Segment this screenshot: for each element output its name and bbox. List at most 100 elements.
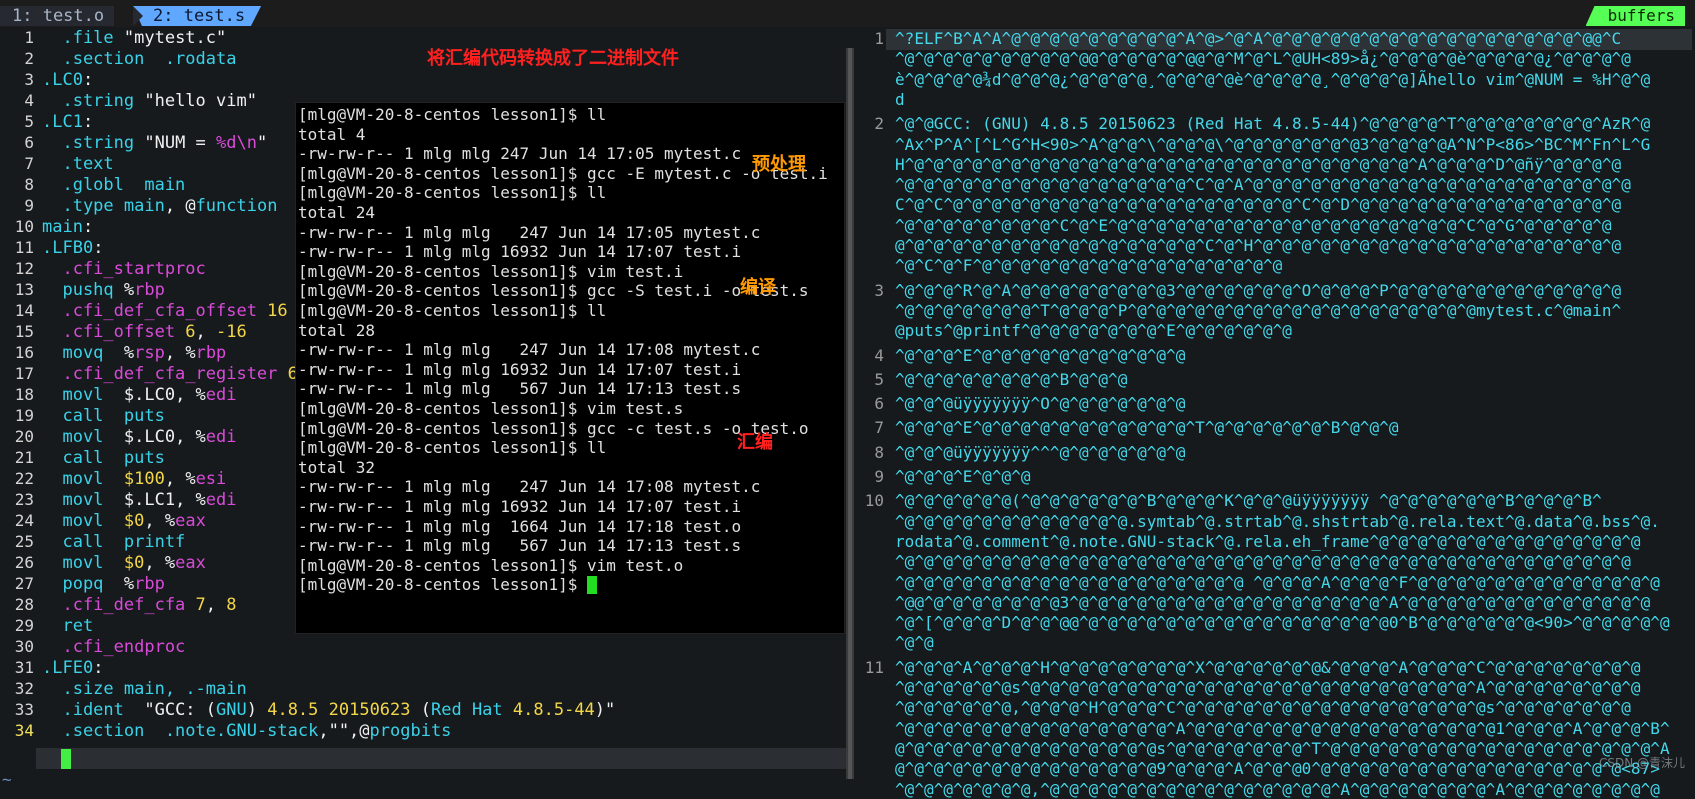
code-line[interactable]: .cfi_startproc (42, 259, 205, 279)
binary-line[interactable]: ^@^@^@^@^@^@,^@^@^@^H^@^@^@^C^@^@^@^@^@^… (895, 698, 1631, 717)
code-line[interactable]: call printf (42, 532, 185, 552)
binary-line[interactable]: ^@^@^@^@^@^@s^@^@^@^@^@^@^@^@^@^@^@^@^@^… (895, 678, 1641, 697)
terminal-line: -rw-rw-r-- 1 mlg mlg 16932 Jun 14 17:07 … (298, 497, 742, 516)
terminal-line: [mlg@VM-20-8-centos lesson1]$ ll (298, 438, 607, 458)
binary-line[interactable]: ^@^@^@^R^@^A^@^@^@^@^@^@^@^@3^@^@^@^@^@^… (895, 281, 1621, 300)
code-line[interactable]: .text (42, 154, 113, 174)
binary-line[interactable]: @^@^@^@^@^@^@^@^@^@^@^@^@^@s^@^@^@^@^@^@… (895, 739, 1670, 758)
binary-line[interactable]: ^@^@^@^E^@^@^@ (895, 467, 1031, 486)
code-line[interactable]: .section .note.GNU-stack,"",@progbits (42, 721, 451, 741)
code-token: .globl main (42, 175, 186, 195)
code-line[interactable]: .cfi_def_cfa 7, 8 (42, 595, 237, 615)
binary-line[interactable]: @puts^@printf^@^@^@^@^@^@^@^E^@^@^@^@^@^… (895, 321, 1292, 340)
code-line[interactable]: movl $.LC0, %edi (42, 427, 236, 447)
binary-line[interactable]: ^@^@^@^@^@^@^@^@^@^@^@^@^@^@^A^@^@^@^@^@… (895, 719, 1670, 738)
binary-line[interactable]: ^@^@^@^@^@^@^@^@^C^@^E^@^@^@^@^@^@^@^@^@… (895, 216, 1612, 235)
code-line[interactable]: main: (42, 217, 93, 237)
code-token: 8 (226, 595, 237, 615)
terminal-line: [mlg@VM-20-8-centos lesson1]$ (298, 575, 587, 595)
binary-line[interactable]: ^@^@^@^@^@^@^@^@^@^@@^@^@^@^@^@@^@^M^@^L… (895, 49, 1631, 68)
line-number: 8 (24, 175, 34, 194)
code-line[interactable]: .string "NUM = %d\n" (42, 133, 267, 153)
terminal-line: -rw-rw-r-- 1 mlg mlg 247 Jun 14 17:05 my… (298, 144, 742, 164)
code-line[interactable]: .type main, @function (42, 196, 277, 216)
binary-line[interactable]: ^?ELF^B^A^A^@^@^@^@^@^@^@^@^@^A^@>^@^A^@… (895, 29, 1621, 48)
binary-line[interactable]: ^@^@^@^@^@^@^@^@^@^@^@^@^@^@^@^@^@^@^@^@… (895, 552, 1631, 571)
code-token: .size (42, 679, 124, 699)
binary-line[interactable]: ^@^@ (895, 633, 934, 652)
binary-line[interactable]: d (895, 90, 905, 109)
binary-line[interactable]: ^@^@^@^@^@^@^@^@^@^@^@^@.symtab^@.strtab… (895, 512, 1660, 531)
code-line[interactable]: .ident "GCC: (GNU) 4.8.5 20150623 (Red H… (42, 700, 615, 720)
binary-line[interactable]: ^@^[^@^@^@^D^@^@^@@^@^@^@^@^@^@^@^@^@^@^… (895, 613, 1670, 632)
binary-line[interactable]: ^@^@^@üÿÿÿÿÿÿÿ^^^@^@^@^@^@^@^@ (895, 443, 1185, 462)
code-token: movl (42, 385, 124, 405)
code-token: function (195, 196, 278, 216)
binary-line[interactable]: ^@^@^@^E^@^@^@^@^@^@^@^@^@^@^@ (895, 346, 1185, 365)
binary-line[interactable]: ^@^@^@^@^@^@^@^@^@^@^@^@^@^@^@^C^@^A^@^@… (895, 175, 1631, 194)
code-line[interactable]: .size main, .-main (42, 679, 246, 699)
code-line[interactable]: movl $.LC0, %edi (42, 385, 237, 405)
code-token: popq (42, 574, 124, 594)
binary-line[interactable]: è^@^@^@^@¾d^@^@^@¿^@^@^@^@¸^@^@^@^@è^@^@… (895, 70, 1650, 89)
code-line[interactable]: .section .rodata (42, 49, 236, 69)
code-line[interactable]: pushq %rbp (42, 280, 164, 300)
binary-line[interactable]: ^@^@^@^@^@^@^@^T^@^@^@^P^@^@^@^@^@^@^@^@… (895, 301, 1621, 320)
code-line[interactable]: ret (42, 616, 93, 636)
code-token: .string (42, 91, 145, 111)
code-token: edi (205, 385, 237, 405)
binary-line[interactable]: rodata^@.comment^@.note.GNU-stack^@.rela… (895, 532, 1641, 551)
binary-line[interactable]: ^@^@^@üÿÿÿÿÿÿÿ^O^@^@^@^@^@^@^@ (895, 394, 1185, 413)
binary-line[interactable]: ^@^@^@^A^@^@^@^H^@^@^@^@^@^@^@^X^@^@^@^@… (895, 658, 1641, 677)
tab-test-o[interactable]: 1: test.o (0, 6, 115, 26)
binary-line[interactable]: ^@^@^@^@^@^@^@^@^@^@^@^@^@^@^@^@^@^@ ^@^… (895, 573, 1660, 592)
binary-line[interactable]: H^@^@^@^@^@^@^@^@^@^@^@^@^@^@^@^@^@^@^@^… (895, 155, 1621, 174)
code-line[interactable]: call puts (42, 406, 164, 426)
code-line[interactable]: movl $.LC1, %edi (42, 490, 236, 510)
code-line[interactable]: .cfi_def_cfa_register 6 (42, 364, 297, 384)
code-token: : (93, 658, 104, 678)
code-line[interactable]: .cfi_offset 6, -16 (42, 322, 246, 342)
buffers-label[interactable]: buffers (1585, 6, 1685, 26)
code-line[interactable]: .LC0: (42, 70, 93, 90)
binary-line-number: 5 (874, 369, 884, 389)
code-line[interactable]: popq %rbp (42, 574, 164, 594)
terminal-window[interactable]: [mlg@VM-20-8-centos lesson1]$ ll total 4-… (295, 102, 845, 634)
code-line[interactable]: call puts (42, 448, 164, 468)
binary-line[interactable]: ^@^@^@^E^@^@^@^@^@^@^@^@^@^@^@^T^@^@^@^@… (895, 418, 1399, 437)
binary-line-number: 9 (874, 467, 884, 486)
code-line[interactable]: .file "mytest.c" (42, 28, 226, 48)
binary-line[interactable]: ^@^C^@^F^@^@^@^@^@^@^@^@^@^@^@^@^@^@^@^@ (895, 256, 1282, 275)
code-token: , (205, 595, 227, 615)
terminal-line: -rw-rw-r-- 1 mlg mlg 16932 Jun 14 17:07 … (298, 359, 742, 379)
code-line[interactable]: .globl main (42, 175, 185, 195)
tab-test-s[interactable]: 2: test.s (133, 6, 262, 26)
code-line[interactable]: movq %rsp, %rbp (42, 343, 226, 363)
binary-line-number: 4 (874, 345, 884, 365)
binary-line[interactable]: ^@^@^@^@^@^@^@^@^B^@^@^@ (895, 370, 1127, 389)
binary-line[interactable]: ^@^@GCC: (GNU) 4.8.5 20150623 (Red Hat 4… (895, 114, 1650, 133)
binary-line[interactable]: C^@^C^@^@^@^@^@^@^@^@^@^@^@^@^@^@^@^@^@^… (895, 195, 1621, 214)
binary-line[interactable]: @^@^@^@^@^@^@^@^@^@^@^@^@^@^@^@^C^@^H^@^… (895, 236, 1621, 255)
code-line[interactable]: movl $0, %eax (42, 511, 205, 531)
terminal-line: total 32 (298, 457, 376, 477)
binary-line[interactable]: ^Ax^P^A^[^L^G^H<90>^A^@^@^\^@^@^@\^@^@^@… (895, 135, 1650, 154)
binary-line-number: 10 (864, 491, 884, 511)
binary-line[interactable]: ^@@^@^@^@^@^@^@^@3^@^@^@^@^@^@^@^@^@^@^@… (895, 593, 1650, 612)
code-line[interactable]: .cfi_endproc (42, 637, 185, 657)
binary-line[interactable]: @^@^@^@^@^@^@^@^@^@^@^@^@^@9^@^@^@^A^@^@… (895, 759, 1660, 778)
code-line[interactable]: .LFE0: (42, 658, 103, 678)
code-line[interactable]: .LFB0: (42, 238, 103, 258)
code-token: eax (175, 553, 206, 573)
code-token: .string (42, 133, 145, 153)
code-token: .LFE0 (42, 658, 94, 678)
split-scroll-thumb[interactable] (848, 48, 852, 779)
code-line[interactable]: movl $100, %esi (42, 469, 226, 489)
code-line[interactable]: movl $0, %eax (42, 553, 206, 573)
code-line[interactable]: .cfi_def_cfa_offset 16 (42, 301, 287, 321)
code-line[interactable]: .string "hello vim" (42, 91, 256, 111)
binary-line[interactable]: ^@^@^@^@^@^@^@,^@^@^@^@^@^@^@^@^@^@^@^@^… (895, 780, 1660, 799)
code-line[interactable]: .LC1: (42, 112, 93, 132)
binary-line[interactable]: ^@^@^@^@^@^@(^@^@^@^@^@^@^B^@^@^@^K^@^@^… (895, 491, 1602, 510)
